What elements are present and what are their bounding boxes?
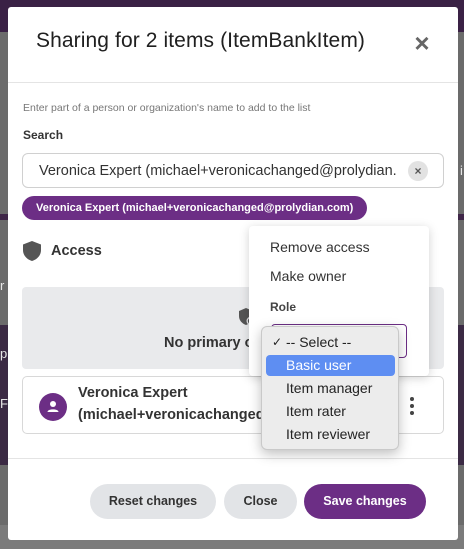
remove-access-menu-item[interactable]: Remove access: [270, 239, 370, 255]
more-options-icon[interactable]: [407, 395, 417, 417]
background-text-fragment: r: [0, 278, 5, 293]
footer-divider: [8, 458, 458, 459]
search-field[interactable]: Veronica Expert (michael+veronicachanged…: [22, 153, 444, 188]
make-owner-menu-item[interactable]: Make owner: [270, 268, 346, 284]
person-icon: [47, 401, 59, 412]
checkmark-icon: ✓: [272, 335, 283, 349]
save-changes-button[interactable]: Save changes: [304, 484, 426, 519]
role-option[interactable]: Item rater: [266, 401, 395, 422]
avatar: [39, 393, 67, 421]
role-option[interactable]: ✓ -- Select --: [266, 332, 395, 353]
access-label: Access: [51, 243, 102, 259]
search-input[interactable]: Veronica Expert (michael+veronicachanged…: [39, 163, 399, 179]
role-dropdown-list: ✓ -- Select -- Basic user Item manager I…: [261, 326, 399, 450]
modal-header: Sharing for 2 items (ItemBankItem) ×: [8, 7, 458, 83]
role-option[interactable]: Item reviewer: [266, 424, 395, 445]
access-header: Access: [23, 240, 102, 262]
role-option[interactable]: Item manager: [266, 378, 395, 399]
user-name: Veronica Expert: [78, 385, 188, 401]
reset-changes-button[interactable]: Reset changes: [90, 484, 216, 519]
close-icon[interactable]: ×: [410, 30, 434, 56]
selected-person-chip[interactable]: Veronica Expert (michael+veronicachanged…: [22, 196, 368, 220]
background-text-fragment: F: [0, 396, 8, 411]
background-text-fragment: i: [460, 163, 463, 178]
background-text-fragment: p: [0, 346, 8, 361]
modal-title: Sharing for 2 items (ItemBankItem): [36, 29, 366, 52]
role-label: Role: [270, 300, 297, 314]
user-email: (michael+veronicachanged@: [78, 407, 278, 423]
search-label: Search: [23, 128, 64, 142]
role-option[interactable]: Basic user: [266, 355, 395, 376]
close-button[interactable]: Close: [224, 484, 297, 519]
shield-icon: [23, 241, 41, 261]
search-hint: Enter part of a person or organization's…: [23, 102, 311, 114]
clear-search-icon[interactable]: ×: [408, 161, 428, 181]
